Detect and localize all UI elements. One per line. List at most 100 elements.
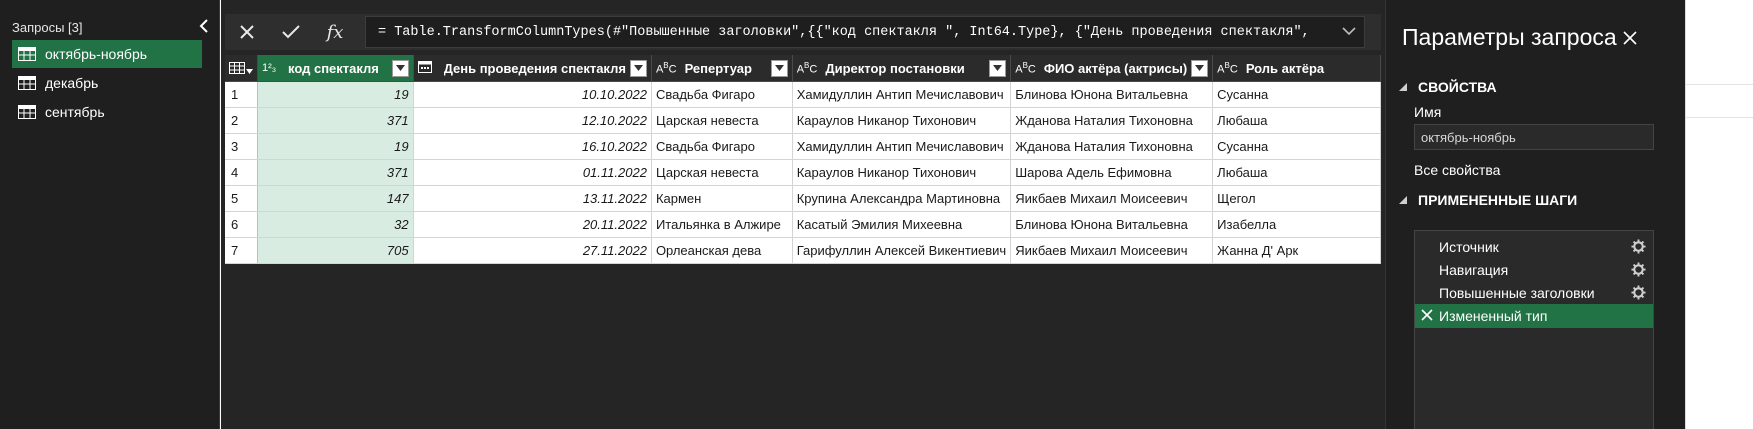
collapse-pane-button[interactable] [196, 16, 212, 36]
column-header-director[interactable]: ABC Директор постановки [792, 55, 1012, 82]
table-row[interactable]: 4 371 01.11.2022 Царская невеста Караулов Ни… [225, 159, 1381, 186]
table-cell[interactable]: Сусанна [1212, 81, 1381, 108]
table-cell[interactable]: Жданова Наталия Тихоновна [1010, 107, 1214, 134]
chevron-down-icon[interactable] [1342, 26, 1356, 36]
column-header-actor-role[interactable]: ABC Роль актёра [1212, 55, 1381, 82]
table-cell[interactable]: Свадьба Фигаро [651, 133, 793, 160]
table-cell[interactable]: Любаша [1212, 159, 1381, 186]
table-row[interactable]: 6 32 20.11.2022 Итальянка в Алжире Касатый Э… [225, 211, 1381, 238]
step-label: Измененный тип [1439, 308, 1548, 324]
check-icon [282, 25, 300, 39]
table-cell[interactable]: Караулов Никанор Тихонович [792, 107, 1012, 134]
filter-dropdown-button[interactable] [1191, 59, 1209, 77]
table-cell[interactable]: 12.10.2022 [413, 107, 652, 134]
filter-dropdown-button[interactable] [770, 59, 788, 77]
gear-icon[interactable] [1631, 285, 1646, 300]
table-cell[interactable]: Изабелла [1212, 211, 1381, 238]
table-cell[interactable]: 32 [257, 211, 414, 238]
table-cell[interactable]: 705 [257, 237, 414, 264]
step-promoted-headers[interactable]: Повышенные заголовки [1415, 281, 1653, 305]
table-cell[interactable]: Любаша [1212, 107, 1381, 134]
table-corner-menu[interactable] [225, 55, 258, 82]
query-item-oct-nov[interactable]: октябрь-ноябрь [12, 40, 202, 68]
table-cell[interactable]: Свадьба Фигаро [651, 81, 793, 108]
step-changed-type[interactable]: Измененный тип [1415, 304, 1653, 328]
table-cell[interactable]: Касатый Эмилия Михеевна [792, 211, 1012, 238]
table-cell[interactable]: Блинова Юнона Витальевна [1010, 81, 1214, 108]
table-cell[interactable]: 16.10.2022 [413, 133, 652, 160]
table-row[interactable]: 5 147 13.11.2022 Кармен Крупина Александра М… [225, 185, 1381, 212]
cancel-formula-button[interactable] [225, 14, 269, 50]
filter-dropdown-button[interactable] [391, 59, 409, 77]
all-properties-link[interactable]: Все свойства [1414, 162, 1500, 178]
settings-title: Параметры запроса [1402, 24, 1617, 50]
step-source[interactable]: Источник [1415, 235, 1653, 259]
gear-icon[interactable] [1631, 239, 1646, 254]
table-cell[interactable]: Яикбаев Михаил Моисеевич [1010, 237, 1214, 264]
column-header-actor-name[interactable]: ABC ФИО актёра (актрисы) [1010, 55, 1214, 82]
table-cell[interactable]: Щегол [1212, 185, 1381, 212]
column-header-repertoire[interactable]: ABC Репертуар [651, 55, 793, 82]
table-row[interactable]: 3 19 16.10.2022 Свадьба Фигаро Хамидуллин Ан… [225, 133, 1381, 160]
table-cell[interactable]: Хамидуллин Антип Мечиславович [792, 81, 1012, 108]
main-area: fx = Table.TransformColumnTypes(#"Повыше… [221, 0, 1385, 429]
table-cell[interactable]: Итальянка в Алжире [651, 211, 793, 238]
delete-step-icon[interactable] [1421, 309, 1433, 321]
table-cell[interactable]: Сусанна [1212, 133, 1381, 160]
row-number[interactable]: 5 [225, 185, 258, 212]
table-row[interactable]: 2 371 12.10.2022 Царская невеста Караулов Ни… [225, 107, 1381, 134]
row-number[interactable]: 1 [225, 81, 258, 108]
column-header-performance-code[interactable]: 1²₃ код спектакля [257, 55, 414, 82]
applied-steps-list: Источник Навигация Повышенные заголовки … [1414, 230, 1654, 429]
table-cell[interactable]: Царская невеста [651, 107, 793, 134]
table-row[interactable]: 7 705 27.11.2022 Орлеанская дева Гарифуллин … [225, 237, 1381, 264]
row-number[interactable]: 3 [225, 133, 258, 160]
row-number[interactable]: 6 [225, 211, 258, 238]
row-number[interactable]: 4 [225, 159, 258, 186]
filter-dropdown-button[interactable] [989, 59, 1007, 77]
table-cell[interactable]: Жанна Д' Арк [1212, 237, 1381, 264]
table-row[interactable]: 1 19 10.10.2022 Свадьба Фигаро Хамидуллин Ан… [225, 81, 1381, 108]
table-cell[interactable]: 371 [257, 159, 414, 186]
formula-input[interactable]: = Table.TransformColumnTypes(#"Повышенны… [365, 16, 1365, 48]
table-cell[interactable]: 19 [257, 133, 414, 160]
row-number[interactable]: 2 [225, 107, 258, 134]
table-cell[interactable]: Блинова Юнона Витальевна [1010, 211, 1214, 238]
gear-icon[interactable] [1631, 262, 1646, 277]
table-cell[interactable]: Жданова Наталия Тихоновна [1010, 133, 1214, 160]
text-type-icon: ABC [1217, 60, 1238, 76]
table-cell[interactable]: Хамидуллин Антип Мечиславович [792, 133, 1012, 160]
fx-button[interactable]: fx [313, 14, 357, 50]
query-name-input[interactable]: октябрь-ноябрь [1414, 124, 1654, 150]
table-cell[interactable]: Орлеанская дева [651, 237, 793, 264]
table-cell[interactable]: Шарова Адель Ефимовна [1010, 159, 1214, 186]
table-cell[interactable]: Царская невеста [651, 159, 793, 186]
table-cell[interactable]: Яикбаев Михаил Моисеевич [1010, 185, 1214, 212]
table-cell[interactable]: 10.10.2022 [413, 81, 652, 108]
close-settings-button[interactable] [1622, 30, 1642, 50]
table-cell[interactable]: Караулов Никанор Тихонович [792, 159, 1012, 186]
applied-steps-section-header[interactable]: ПРИМЕНЕННЫЕ ШАГИ [1398, 192, 1577, 208]
table-cell[interactable]: 19 [257, 81, 414, 108]
table-cell[interactable]: 147 [257, 185, 414, 212]
query-item-september[interactable]: сентябрь [12, 98, 202, 126]
table-cell[interactable]: 371 [257, 107, 414, 134]
table-cell[interactable]: Гарифуллин Алексей Викентиевич [792, 237, 1012, 264]
caret-down-icon [633, 65, 643, 71]
row-number[interactable]: 7 [225, 237, 258, 264]
table-cell[interactable]: Крупина Александра Мартиновна [792, 185, 1012, 212]
table-cell[interactable]: 01.11.2022 [413, 159, 652, 186]
commit-formula-button[interactable] [269, 14, 313, 50]
table-cell[interactable]: 20.11.2022 [413, 211, 652, 238]
table-cell[interactable]: Кармен [651, 185, 793, 212]
text-type-icon: ABC [1015, 60, 1036, 76]
step-navigation[interactable]: Навигация [1415, 258, 1653, 282]
filter-dropdown-button[interactable] [629, 59, 647, 77]
table-cell[interactable]: 27.11.2022 [413, 237, 652, 264]
query-item-december[interactable]: декабрь [12, 69, 202, 97]
table-icon [18, 76, 36, 90]
table-cell[interactable]: 13.11.2022 [413, 185, 652, 212]
properties-section-header[interactable]: СВОЙСТВА [1398, 79, 1497, 95]
column-header-performance-date[interactable]: День проведения спектакля [413, 55, 652, 82]
section-title: ПРИМЕНЕННЫЕ ШАГИ [1418, 192, 1578, 208]
